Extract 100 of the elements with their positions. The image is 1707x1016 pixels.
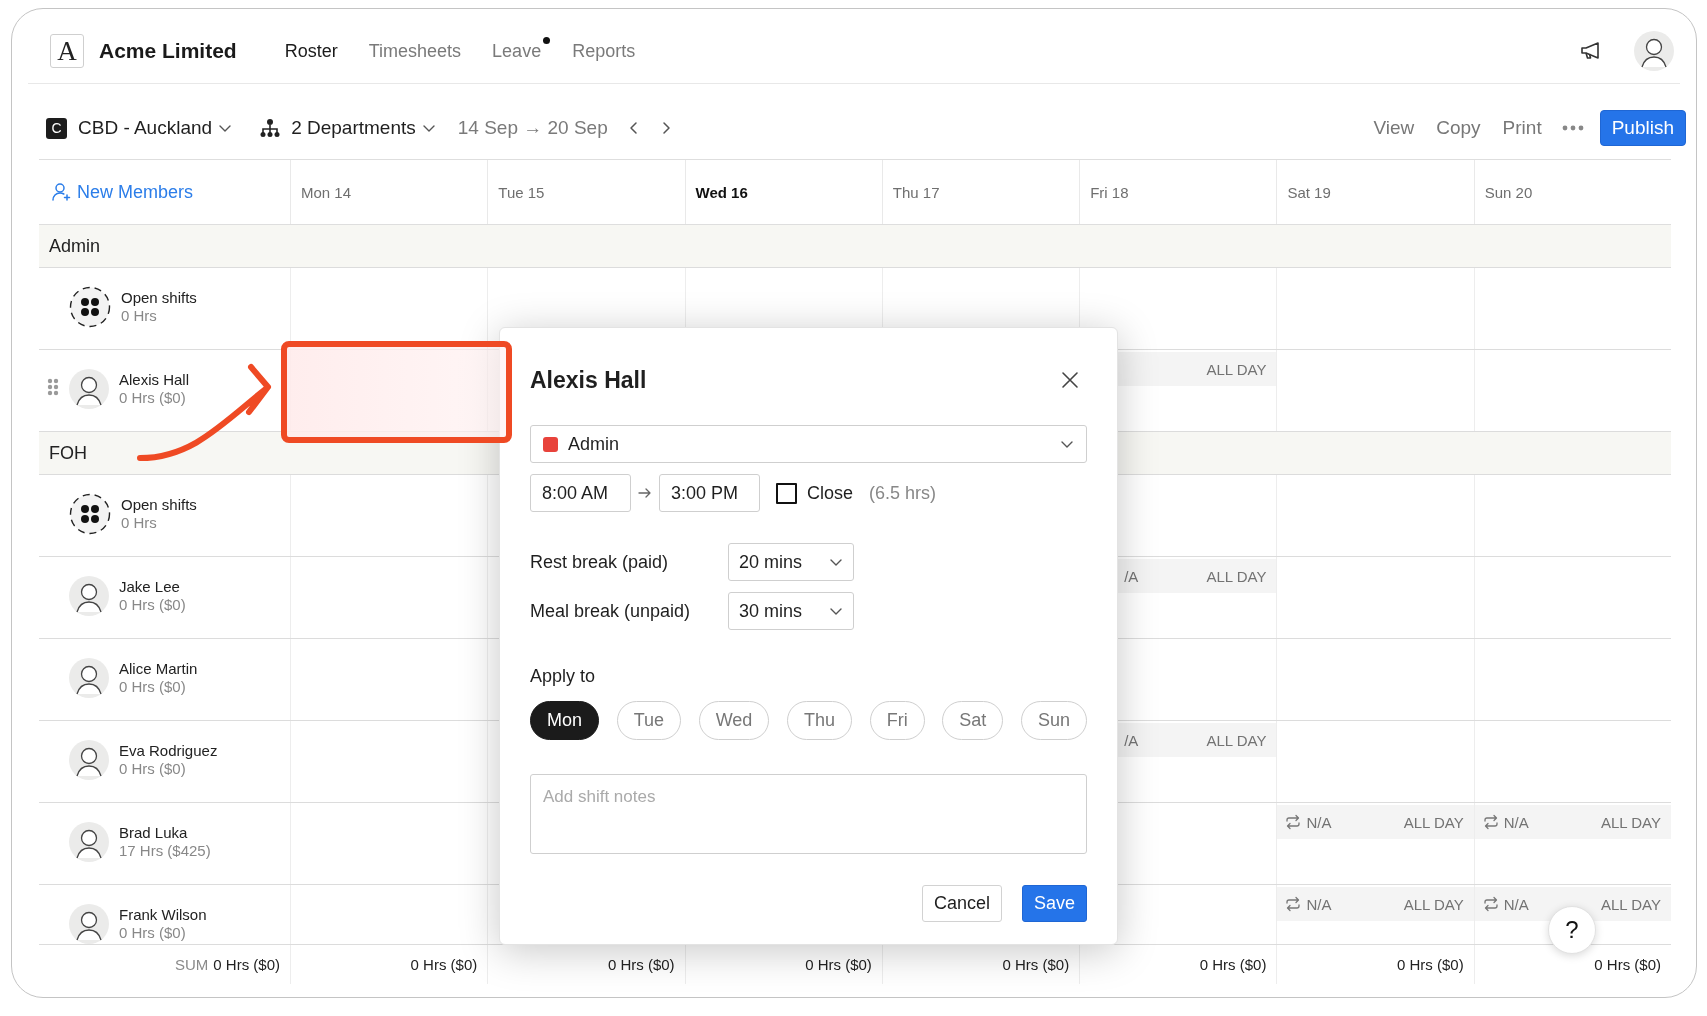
avatar — [69, 368, 109, 409]
day-total: 0 Hrs ($0) — [1397, 956, 1464, 973]
avatar — [69, 903, 109, 944]
member-hours: 0 Hrs — [121, 307, 158, 324]
close-icon[interactable] — [1061, 371, 1079, 389]
day-header: Thu 17 — [892, 183, 940, 201]
open-shifts-icon — [69, 492, 111, 535]
avatar — [69, 657, 109, 698]
day-header: Sat 19 — [1287, 183, 1331, 201]
day-toggle[interactable]: Sat — [942, 701, 1004, 740]
day-header: Sun 20 — [1484, 183, 1533, 201]
day-toggle[interactable]: Sun — [1020, 701, 1087, 740]
nav-tab[interactable]: Reports — [572, 36, 636, 66]
nav-tab[interactable]: Timesheets — [368, 36, 462, 66]
day-toggle[interactable]: Wed — [698, 701, 770, 740]
day-toggle[interactable]: Thu — [787, 701, 852, 740]
availability-note: N/A — [1306, 813, 1332, 831]
date-range: 14 Sep → 20 Sep — [457, 117, 608, 139]
availability-time: ALL DAY — [1206, 360, 1267, 378]
avatar — [1634, 31, 1674, 71]
toolbar-link[interactable]: Copy — [1436, 117, 1481, 139]
nav-tab[interactable]: Leave — [492, 36, 542, 66]
break-select[interactable]: 20 mins — [728, 543, 854, 581]
new-members-link[interactable]: New Members — [51, 181, 194, 203]
member-name: Alice Martin — [119, 660, 198, 677]
day-total: 0 Hrs ($0) — [1199, 956, 1267, 973]
cancel-button[interactable]: Cancel — [921, 885, 1002, 922]
day-toggle[interactable]: Fri — [869, 701, 925, 740]
department-select[interactable]: Admin — [530, 425, 1087, 463]
checkbox-label: Close — [807, 482, 854, 504]
org-chart-icon — [260, 118, 281, 138]
member-name: Alexis Hall — [119, 371, 190, 388]
more-icon[interactable] — [1561, 125, 1584, 131]
availability-time: ALL DAY — [1600, 813, 1661, 831]
notes-field[interactable]: Add shift notes — [530, 774, 1087, 854]
departments-selector[interactable]: 2 Departments — [291, 117, 436, 139]
nav-tab[interactable]: Roster — [284, 36, 338, 66]
availability-time: ALL DAY — [1206, 731, 1267, 749]
member-hours: 0 Hrs ($0) — [119, 389, 187, 406]
end-time-field[interactable]: 3:00 PM — [659, 474, 760, 512]
avatar — [69, 821, 109, 862]
member-hours: 0 Hrs — [121, 514, 158, 531]
sum-total: 0 Hrs ($0) — [213, 956, 280, 973]
availability-note: /A — [1124, 567, 1139, 585]
member-hours: 0 Hrs ($0) — [119, 596, 186, 613]
availability-time: ALL DAY — [1403, 895, 1464, 913]
break-label: Meal break (unpaid) — [530, 600, 692, 622]
checkbox[interactable] — [776, 482, 797, 504]
publish-button[interactable]: Publish — [1599, 110, 1686, 146]
day-header: Tue 15 — [498, 183, 545, 201]
day-total: 0 Hrs ($0) — [607, 956, 675, 973]
member-hours: 0 Hrs ($0) — [119, 924, 187, 941]
day-total: 0 Hrs ($0) — [805, 956, 872, 973]
start-time-field[interactable]: 8:00 AM — [530, 474, 631, 512]
member-name: Open shifts — [121, 496, 197, 513]
save-button[interactable]: Save — [1021, 885, 1087, 922]
member-name: Brad Luka — [119, 824, 189, 841]
toolbar-link[interactable]: Print — [1502, 117, 1542, 139]
chevron-left-icon[interactable] — [627, 121, 640, 135]
avatar — [69, 575, 109, 616]
availability-note: N/A — [1503, 813, 1529, 831]
member-name: Frank Wilson — [119, 906, 207, 923]
section-label: Apply to — [530, 666, 597, 687]
member-name: Jake Lee — [119, 578, 181, 595]
break-select[interactable]: 30 mins — [728, 592, 854, 630]
day-toggle[interactable]: Tue — [616, 701, 681, 740]
day-header: Wed 16 — [695, 183, 748, 201]
day-total: 0 Hrs ($0) — [410, 956, 478, 973]
member-name: Open shifts — [121, 289, 197, 306]
member-name: Eva Rodriguez — [119, 742, 218, 759]
megaphone-icon[interactable] — [1580, 41, 1602, 61]
arrow-right-icon — [638, 487, 652, 499]
location-selector[interactable]: CBD - Auckland — [78, 117, 233, 139]
availability-time: ALL DAY — [1600, 895, 1661, 913]
open-shifts-icon — [69, 285, 111, 328]
avatar — [69, 739, 109, 780]
add-person-icon — [51, 182, 71, 202]
company-name: Acme Limited — [99, 39, 237, 63]
day-header: Mon 14 — [301, 183, 352, 201]
member-hours: 0 Hrs ($0) — [119, 760, 187, 777]
day-total: 0 Hrs ($0) — [1594, 956, 1661, 973]
sum-label: SUM — [174, 956, 209, 973]
toolbar-link[interactable]: View — [1373, 117, 1415, 139]
availability-note: N/A — [1306, 895, 1332, 913]
availability-note: /A — [1124, 731, 1139, 749]
availability-time: ALL DAY — [1206, 567, 1267, 585]
day-total: 0 Hrs ($0) — [1002, 956, 1070, 973]
break-label: Rest break (paid) — [530, 551, 670, 573]
location-badge: C — [46, 117, 67, 139]
day-toggle[interactable]: Mon — [530, 701, 599, 740]
availability-note: N/A — [1503, 895, 1529, 913]
group-header: Admin — [39, 225, 1671, 268]
member-hours: 17 Hrs ($425) — [119, 842, 211, 859]
drag-handle-icon[interactable] — [47, 378, 59, 396]
logo: A — [50, 34, 84, 68]
shift-duration: (6.5 hrs) — [869, 482, 937, 504]
day-header: Fri 18 — [1090, 183, 1129, 201]
availability-time: ALL DAY — [1403, 813, 1464, 831]
modal-title: Alexis Hall — [530, 366, 647, 394]
member-hours: 0 Hrs ($0) — [119, 678, 187, 695]
